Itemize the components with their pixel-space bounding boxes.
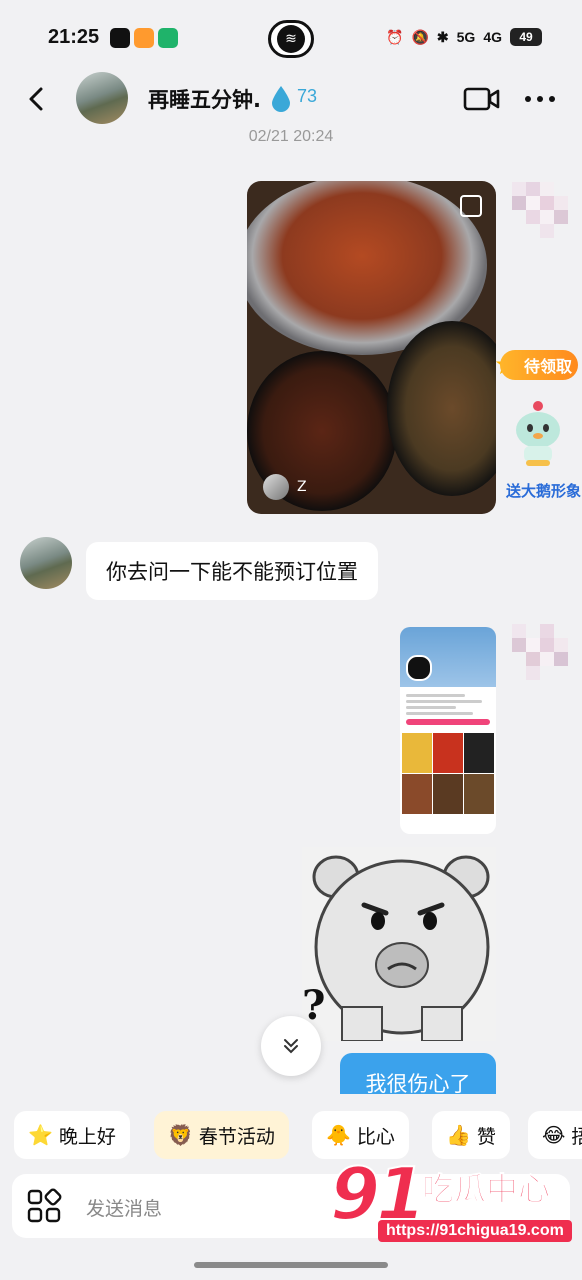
card-banner	[400, 627, 496, 687]
bear-meme-sticker[interactable]	[302, 847, 496, 1041]
tiktok-icon	[110, 28, 130, 48]
hotspot-indicator: ≋	[268, 20, 314, 58]
message-input[interactable]: 发送消息	[86, 1194, 162, 1221]
laughing-emoji-icon: 😂	[542, 1123, 566, 1147]
watermark-text: 吃瓜中心	[421, 1170, 551, 1209]
mute-icon: 🔕	[411, 28, 429, 45]
status-time: 21:25	[48, 26, 100, 48]
quick-reply-chip[interactable]: 🦁 春节活动	[154, 1111, 289, 1159]
star-emoji-icon: ⭐	[28, 1123, 53, 1147]
photo-author: Z	[263, 474, 307, 500]
network-5g: 5G	[456, 29, 476, 45]
media-app-icon	[134, 28, 154, 48]
intimacy-score: 73	[297, 86, 318, 106]
message-timestamp: 02/21 20:24	[248, 128, 334, 145]
bluetooth-icon: ✱	[436, 28, 449, 45]
back-icon[interactable]	[22, 84, 52, 114]
mascot-label[interactable]: 送大鹅形象	[506, 480, 581, 501]
video-call-icon[interactable]	[463, 84, 501, 114]
shop-logo-icon	[406, 655, 432, 681]
alarm-icon: ⏰	[386, 28, 404, 45]
self-avatar[interactable]	[512, 182, 568, 238]
status-icons: ⏰ 🔕 ✱ 5G 4G 49	[386, 28, 542, 46]
lion-emoji-icon: 🦁	[168, 1123, 193, 1147]
scroll-to-bottom-button[interactable]	[261, 1016, 321, 1076]
quick-reply-chip[interactable]: ⭐ 晚上好	[14, 1111, 130, 1159]
self-avatar[interactable]	[512, 624, 568, 680]
chick-emoji-icon: 🐥	[326, 1123, 351, 1147]
shared-profile-card[interactable]	[400, 627, 496, 834]
promo-badge[interactable]: 待领取	[500, 350, 579, 380]
double-chevron-down-icon	[284, 1039, 298, 1054]
status-bar: 21:25 ≋ ⏰ 🔕 ✱ 5G 4G 49	[0, 0, 582, 78]
contact-avatar-small[interactable]	[20, 537, 72, 589]
home-indicator[interactable]	[194, 1262, 388, 1268]
battery-app-icon	[158, 28, 178, 48]
watermark-url: https://91chigua19.com	[378, 1220, 572, 1242]
thumbs-up-icon: 👍	[446, 1123, 471, 1147]
network-4g: 4G	[483, 29, 502, 45]
chat-header: 再睡五分钟. 73	[0, 70, 582, 130]
select-checkbox-icon[interactable]	[460, 195, 482, 217]
more-icon[interactable]	[522, 84, 558, 114]
author-label: Z	[297, 479, 307, 495]
message-bubble-incoming[interactable]: 你去问一下能不能预订位置	[86, 542, 378, 600]
goose-mascot-icon[interactable]	[512, 398, 564, 468]
author-avatar	[263, 474, 289, 500]
contact-name[interactable]: 再睡五分钟.	[148, 84, 261, 114]
contact-avatar[interactable]	[76, 72, 128, 124]
site-watermark: 91 吃瓜中心 https://91chigua19.com	[329, 1151, 572, 1252]
water-drop-icon	[272, 86, 290, 112]
battery-icon: 49	[510, 28, 542, 46]
apps-grid-icon[interactable]	[26, 1188, 62, 1224]
photo-message[interactable]: Z	[247, 181, 496, 514]
card-thumbnails	[400, 733, 496, 814]
card-text-lines	[400, 687, 496, 733]
